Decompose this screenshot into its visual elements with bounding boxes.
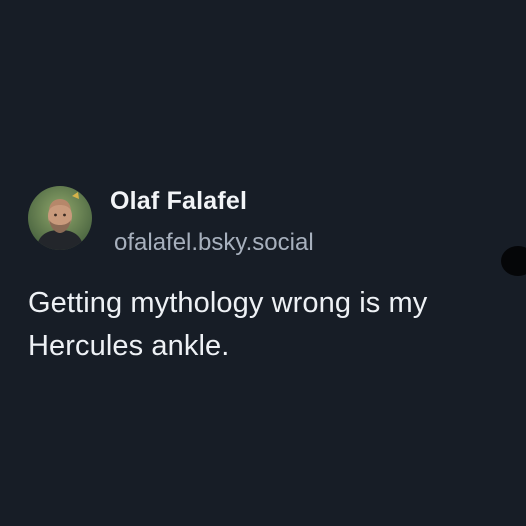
post-card: Olaf Falafel ofalafel.bsky.social Gettin… [0,0,526,526]
author-avatar[interactable] [28,186,92,250]
post-text-line-2: Hercules ankle. [28,330,230,362]
edge-dot-decoration [501,246,526,276]
author-handle[interactable]: ofalafel.bsky.social [114,228,314,258]
profile-photo-icon [28,186,92,250]
author-display-name[interactable]: Olaf Falafel [110,186,314,216]
post-header: Olaf Falafel ofalafel.bsky.social [28,180,314,258]
post-text-line-1: Getting mythology wrong is my [28,287,428,319]
post-text: Getting mythology wrong is my Hercules a… [28,282,508,368]
author-names: Olaf Falafel ofalafel.bsky.social [110,180,314,258]
